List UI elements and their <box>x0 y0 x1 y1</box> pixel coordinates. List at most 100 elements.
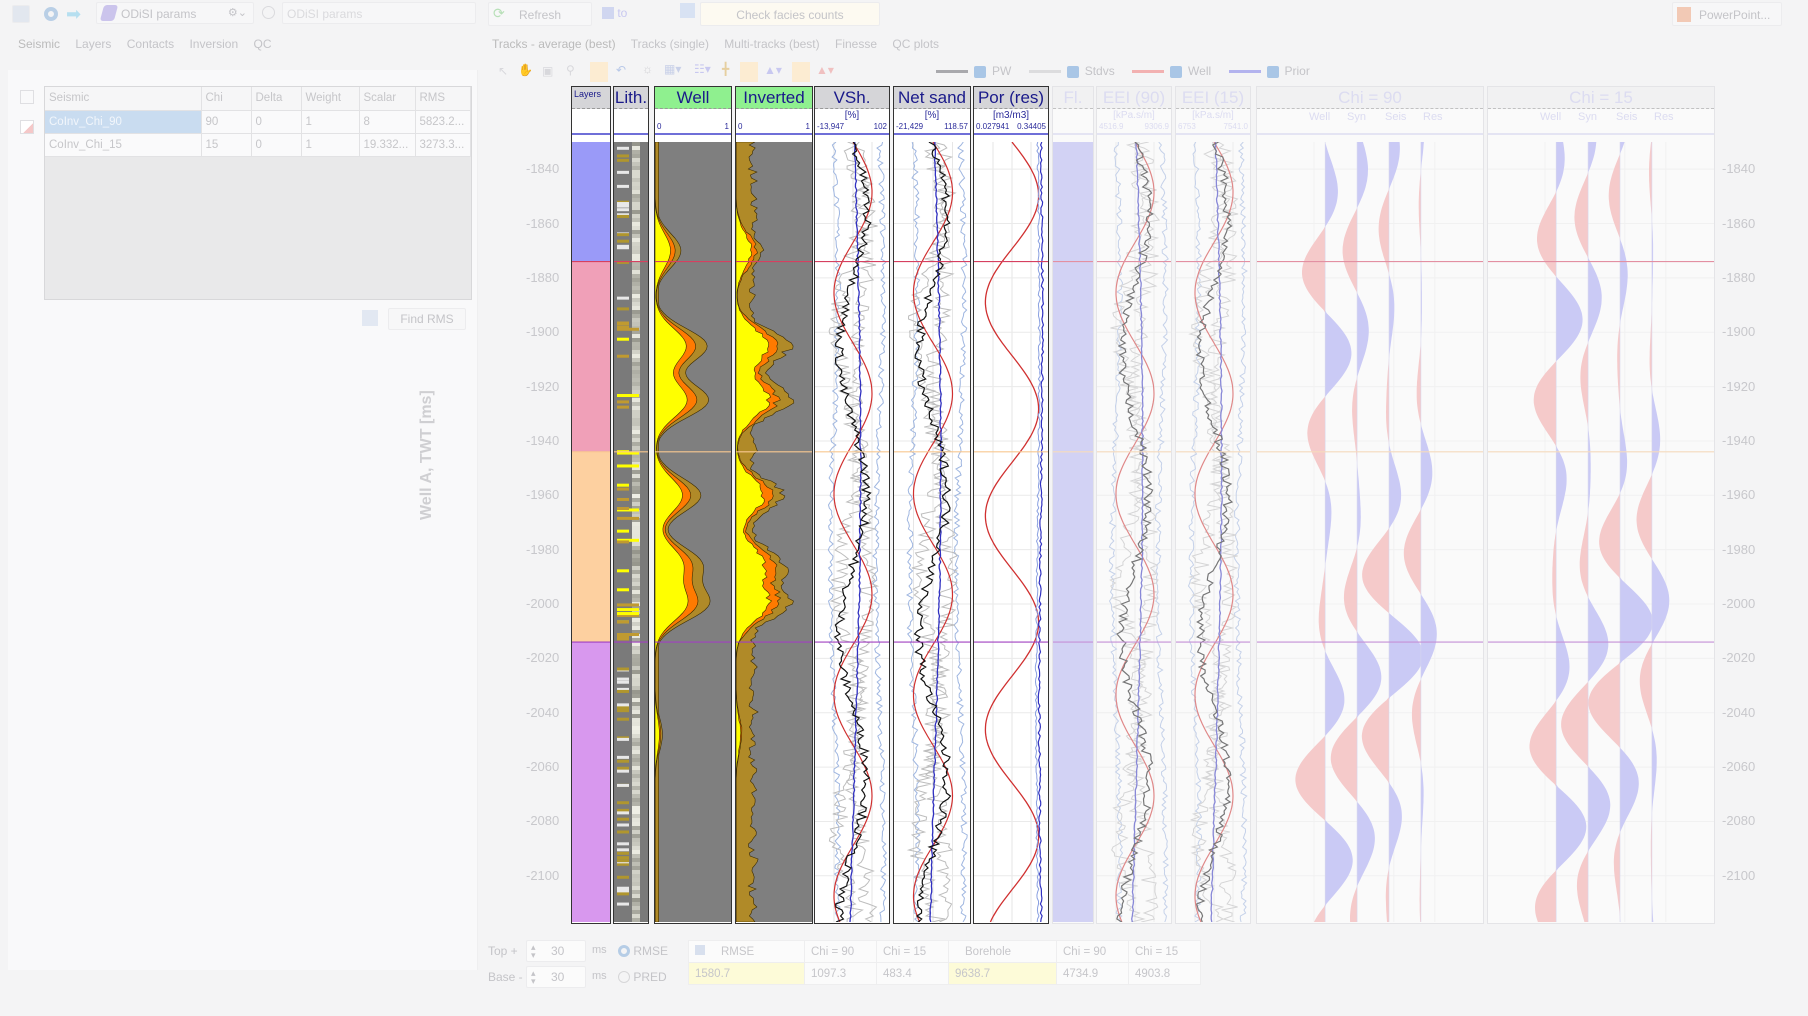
cell-scalar[interactable]: 8 <box>359 110 416 134</box>
checkbox-icon[interactable] <box>1170 65 1183 78</box>
zoom-in-icon[interactable] <box>590 62 608 82</box>
cell-rms[interactable]: 5823.2... <box>415 110 471 134</box>
tab-tracks-average[interactable]: Tracks - average (best) <box>492 37 616 51</box>
legend-item-prior[interactable]: Prior <box>1228 64 1310 78</box>
new-button[interactable] <box>12 5 30 23</box>
base-offset-input[interactable]: ▴ ▾ 30 <box>526 966 586 988</box>
spinner-icon[interactable]: ▴ ▾ <box>531 969 536 986</box>
track-por[interactable]: Por (res) [m3/m3] 0.027941 0.34405 <box>973 86 1049 924</box>
find-rms-button[interactable]: Find RMS <box>388 308 466 330</box>
lith-strip <box>632 334 640 338</box>
col-delta[interactable]: Delta <box>251 87 302 111</box>
cell-seismic[interactable]: CoInv_Chi_15 <box>45 133 202 157</box>
pan-icon[interactable]: ✋ <box>518 63 533 77</box>
highlighter-icon[interactable] <box>792 62 810 82</box>
tab-seismic[interactable]: Seismic <box>18 37 60 51</box>
left-tabs: Seismic Layers Contacts Inversion QC <box>18 37 283 51</box>
well-curve <box>1115 142 1155 922</box>
track-vsh[interactable]: VSh. [%] -13,947 102 <box>814 86 890 924</box>
cell-delta[interactable]: 0 <box>251 110 302 134</box>
table-row[interactable]: CoInv_Chi_15 15 0 1 19.332... 3273.3... <box>45 133 471 157</box>
powerpoint-button[interactable]: PowerPoint... <box>1672 2 1782 26</box>
cell-chi[interactable]: 90 <box>201 110 252 134</box>
radio-rmse[interactable]: RMSE <box>618 943 668 958</box>
tab-multi-tracks[interactable]: Multi-tracks (best) <box>724 37 819 51</box>
track-well[interactable]: Well 0 1 <box>654 86 732 924</box>
pointer-icon[interactable]: ↖ <box>498 64 508 78</box>
pen-icon[interactable] <box>740 62 758 82</box>
save-to-button[interactable]: to <box>602 5 644 23</box>
track-chi15[interactable]: Chi = 15 Well Syn Seis Res <box>1487 86 1715 924</box>
lith-strip <box>632 742 640 746</box>
top-offset-input[interactable]: ▴ ▾ 30 <box>526 940 586 962</box>
layer-3[interactable] <box>572 642 610 922</box>
add-row-icon[interactable] <box>20 90 34 104</box>
radio-pred[interactable]: PRED <box>618 969 667 984</box>
undo-zoom-icon[interactable]: ↶ <box>616 63 626 77</box>
tab-contacts[interactable]: Contacts <box>127 37 174 51</box>
tab-qc-plots[interactable]: QC plots <box>892 37 939 51</box>
arrow-right-icon[interactable]: ➡ <box>66 4 81 25</box>
fill-red-icon[interactable]: ▲▾ <box>816 63 834 77</box>
track-layers[interactable]: Layers <box>571 86 611 924</box>
legend-item-stdvs[interactable]: Stdvs <box>1028 64 1115 78</box>
zoom-out-icon[interactable]: ⚲ <box>566 63 575 77</box>
cell-rms[interactable]: 3273.3... <box>415 133 471 157</box>
checkbox-icon[interactable] <box>974 65 986 78</box>
col-weight[interactable]: Weight <box>301 87 360 111</box>
tab-layers[interactable]: Layers <box>75 37 111 51</box>
params-dropdown[interactable]: ODiSI params ⚙⌄ <box>96 2 254 24</box>
help-icon[interactable] <box>680 3 695 18</box>
legend-item-well[interactable]: Well <box>1132 64 1211 78</box>
col-seismic[interactable]: Seismic <box>45 87 202 111</box>
tab-qc[interactable]: QC <box>253 37 271 51</box>
col-chi[interactable]: Chi <box>201 87 252 111</box>
checkbox-icon[interactable] <box>1066 65 1079 78</box>
remove-row-icon[interactable] <box>20 120 34 134</box>
legend-item-pw[interactable]: PW <box>936 64 1011 78</box>
tab-finesse[interactable]: Finesse <box>835 37 877 51</box>
stdev-curve <box>1154 142 1170 922</box>
track-eei15[interactable]: EEI (15) [kPa.s/m] 6753 7541.0 <box>1175 86 1251 924</box>
cell-scalar[interactable]: 19.332... <box>359 133 416 157</box>
col-scalar[interactable]: Scalar <box>359 87 416 111</box>
track-chi90[interactable]: Chi = 90 Well Syn Seis Res <box>1256 86 1484 924</box>
params-input[interactable]: ODiSI params <box>282 2 476 24</box>
layer-2[interactable] <box>572 451 610 643</box>
layer-0[interactable] <box>572 142 610 262</box>
check-facies-button[interactable]: Check facies counts <box>700 2 880 26</box>
track-fl[interactable]: Fl. <box>1052 86 1094 924</box>
table-row[interactable]: CoInv_Chi_90 90 0 1 8 5823.2... <box>45 110 471 134</box>
track-lith[interactable]: Lith. <box>613 86 649 924</box>
columns-icon[interactable]: ☷▾ <box>694 62 711 76</box>
cell-seismic[interactable]: CoInv_Chi_90 <box>45 110 202 134</box>
export-icon[interactable]: ▦▾ <box>664 62 681 76</box>
fill-blue-icon[interactable]: ▲▾ <box>764 63 782 77</box>
cell-delta[interactable]: 0 <box>251 133 302 157</box>
grid-icon[interactable]: ╋ <box>722 62 729 76</box>
settings-icon[interactable] <box>44 7 58 21</box>
zoom-box-icon[interactable]: ▣ <box>542 64 553 78</box>
top-label: Top + <box>488 944 518 958</box>
scale-min: -21,429 <box>896 122 924 131</box>
spinner-icon[interactable]: ▴ ▾ <box>531 943 536 960</box>
eye-icon[interactable]: ☼ <box>642 62 653 76</box>
layer-1[interactable] <box>572 261 610 452</box>
track-eei90[interactable]: EEI (90) [kPa.s/m] 4516.9 9306.9 <box>1096 86 1172 924</box>
cell-weight[interactable]: 1 <box>301 133 360 157</box>
tab-tracks-single[interactable]: Tracks (single) <box>631 37 709 51</box>
radio-icon[interactable] <box>262 6 275 19</box>
tab-inversion[interactable]: Inversion <box>189 37 238 51</box>
help-icon[interactable] <box>362 310 378 326</box>
refresh-button[interactable]: ⟳ Refresh <box>488 2 592 26</box>
track-netsand[interactable]: Net sand [%] -21,429 118.57 <box>893 86 971 924</box>
lith-strip <box>632 862 640 866</box>
lith-sample <box>617 327 639 331</box>
cell-chi[interactable]: 15 <box>201 133 252 157</box>
col-rms[interactable]: RMS <box>415 87 471 111</box>
lith-strip <box>632 202 640 206</box>
track-inverted[interactable]: Inverted 0 1 <box>735 86 813 924</box>
check-facies-label: Check facies counts <box>736 8 844 22</box>
checkbox-icon[interactable] <box>1266 65 1279 78</box>
cell-weight[interactable]: 1 <box>301 110 360 134</box>
